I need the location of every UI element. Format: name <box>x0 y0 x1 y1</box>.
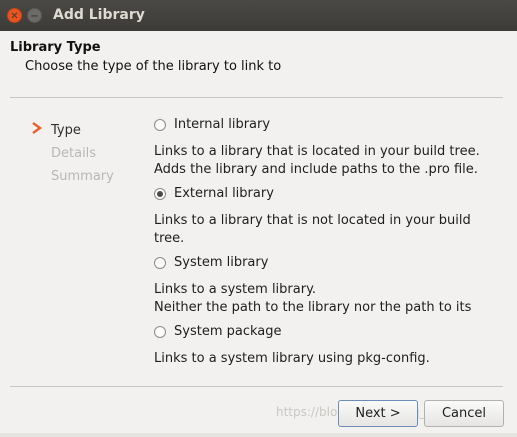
internal-library-radio[interactable] <box>154 119 166 131</box>
description-line: Links to a system library using pkg-conf… <box>154 351 430 366</box>
footer-divider <box>10 386 503 387</box>
step-summary: Summary <box>51 169 114 184</box>
internal-library-description: Links to a library that is located in yo… <box>154 143 480 179</box>
description-line: Links to a library that is located in yo… <box>154 144 480 159</box>
internal-library-label[interactable]: Internal library <box>174 117 270 132</box>
system-library-radio[interactable] <box>154 257 166 269</box>
description-line: Adds the library and include paths to th… <box>154 162 478 177</box>
window-title: Add Library <box>53 7 145 23</box>
background-window-strip <box>0 433 517 437</box>
title-bar: ✕ − Add Library <box>0 0 517 31</box>
system-library-label[interactable]: System library <box>174 255 268 270</box>
description-line: Links to a library that is not located i… <box>154 213 471 228</box>
description-line: Neither the path to the library nor the … <box>154 300 472 315</box>
header-divider <box>10 97 503 98</box>
page-title: Library Type <box>10 40 101 55</box>
current-step-arrow-icon <box>32 122 43 134</box>
minimize-icon[interactable]: − <box>27 8 42 23</box>
close-icon[interactable]: ✕ <box>7 8 22 23</box>
system-library-description: Links to a system library. Neither the p… <box>154 281 471 317</box>
description-line: Links to a system library. <box>154 282 317 297</box>
step-details: Details <box>51 146 97 161</box>
page-subtitle: Choose the type of the library to link t… <box>25 59 282 74</box>
step-type: Type <box>51 123 81 138</box>
external-library-radio[interactable] <box>154 188 166 200</box>
system-package-description: Links to a system library using pkg-conf… <box>154 350 430 368</box>
system-package-radio[interactable] <box>154 326 166 338</box>
external-library-description: Links to a library that is not located i… <box>154 212 471 248</box>
cancel-button[interactable]: Cancel <box>424 400 504 427</box>
external-library-label[interactable]: External library <box>174 186 274 201</box>
description-line: tree. <box>154 231 185 246</box>
system-package-label[interactable]: System package <box>174 324 282 339</box>
wizard-header: Library Type Choose the type of the libr… <box>0 31 517 90</box>
next-button[interactable]: Next > <box>338 400 418 427</box>
